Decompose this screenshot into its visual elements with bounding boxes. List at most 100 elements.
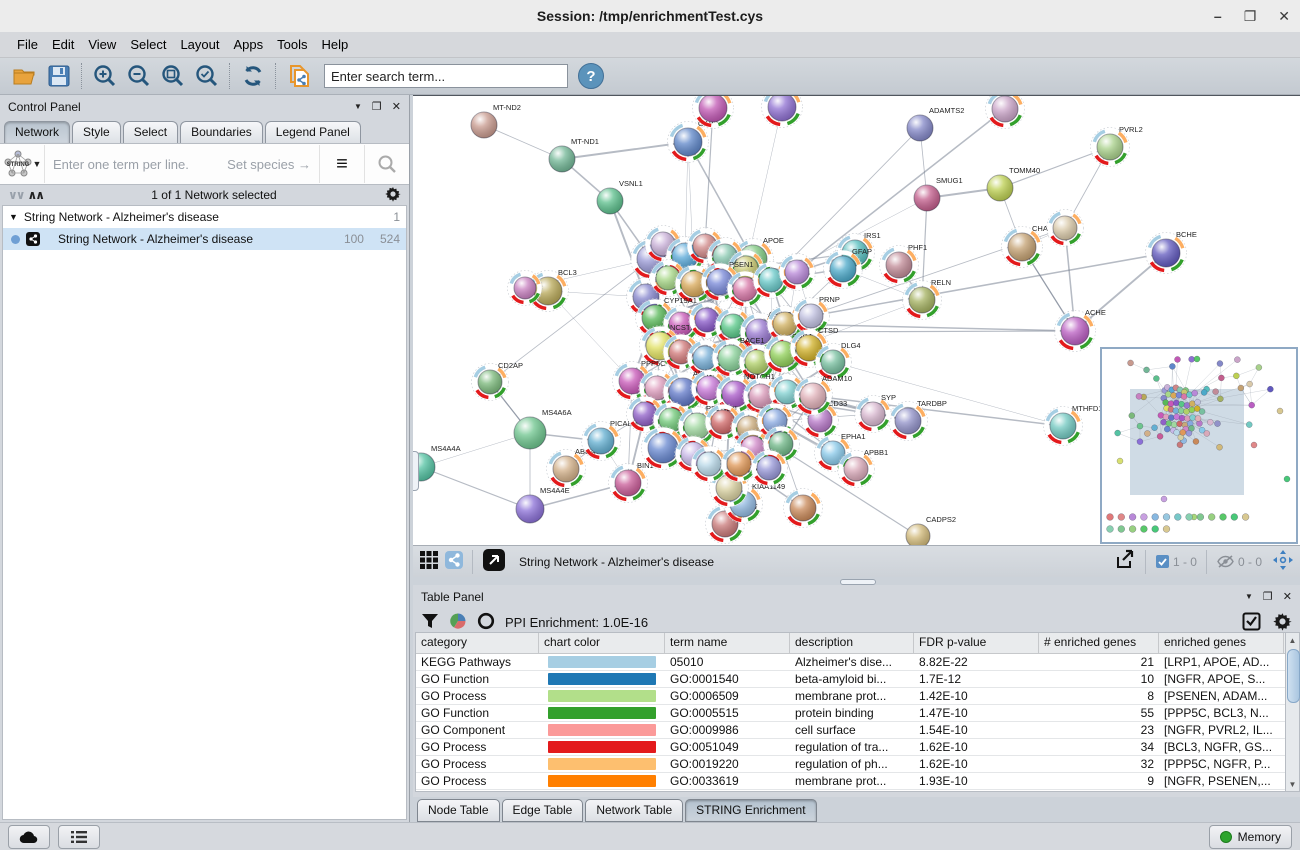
menu-layout[interactable]: Layout	[173, 34, 226, 55]
table-panel-float-icon[interactable]: ▼	[1245, 592, 1253, 601]
scroll-down-arrow[interactable]: ▼	[1286, 777, 1299, 791]
search-input[interactable]	[324, 64, 568, 88]
refresh-icon[interactable]	[236, 61, 270, 91]
table-row[interactable]: GO ProcessGO:0006509membrane prot...1.42…	[416, 688, 1297, 705]
table-panel-close-icon[interactable]: ✕	[1283, 590, 1292, 603]
horizontal-splitter[interactable]	[413, 577, 1300, 585]
grid-view-icon[interactable]	[419, 550, 439, 573]
table-row[interactable]: KEGG Pathways05010Alzheimer's dise...8.8…	[416, 654, 1297, 671]
cell: 21	[1039, 654, 1159, 670]
window-titlebar: Session: /tmp/enrichmentTest.cys – ❐ ✕	[0, 0, 1300, 33]
string-view-icon[interactable]	[445, 551, 463, 572]
scrollbar-thumb[interactable]	[1287, 649, 1300, 703]
menu-help[interactable]: Help	[315, 34, 356, 55]
cloud-tasks-button[interactable]	[8, 825, 50, 849]
expand-all-icon[interactable]: ∧∧	[28, 188, 44, 202]
table-row[interactable]: GO ProcessGO:0050435beta-amyloid m...2.0…	[416, 790, 1297, 792]
cell: GO Process	[416, 739, 539, 755]
tab-boundaries[interactable]: Boundaries	[180, 121, 263, 143]
menu-tools[interactable]: Tools	[270, 34, 314, 55]
network-list-gear-icon[interactable]	[385, 186, 401, 205]
cell: GO:0009986	[665, 722, 790, 738]
zoom-selected-icon[interactable]	[190, 61, 224, 91]
help-icon[interactable]: ?	[578, 63, 604, 89]
control-panel-tabs: NetworkStyleSelectBoundariesLegend Panel	[0, 118, 409, 143]
ring-chart-icon[interactable]	[477, 612, 495, 633]
table-row[interactable]: GO ProcessGO:0019220regulation of ph...1…	[416, 756, 1297, 773]
birds-eye-view[interactable]	[1100, 347, 1298, 544]
maximize-button[interactable]: ❐	[1244, 8, 1257, 25]
filter-icon[interactable]	[421, 612, 439, 633]
collapse-all-icon[interactable]: ∨∨	[8, 188, 24, 202]
zoom-in-icon[interactable]	[88, 61, 122, 91]
network-canvas[interactable]: MT-ND2MT-ND1VSNL1GAB2ADAMTS2PVRL2TOMM40S…	[413, 95, 1300, 545]
tab-network[interactable]: Network	[4, 121, 70, 143]
table-row[interactable]: GO ProcessGO:0051049regulation of tra...…	[416, 739, 1297, 756]
table-row[interactable]: GO ProcessGO:0033619membrane prot...1.93…	[416, 773, 1297, 790]
task-history-button[interactable]	[58, 825, 100, 849]
close-button[interactable]: ✕	[1278, 8, 1290, 25]
node-label: CADPS2	[926, 515, 956, 524]
minimize-button[interactable]: –	[1214, 8, 1222, 24]
panel-float-icon[interactable]: ▼	[354, 102, 362, 111]
table-panel-maximize-icon[interactable]: ❐	[1263, 590, 1273, 603]
export-network-icon[interactable]	[1114, 549, 1136, 574]
memory-status-dot	[1220, 831, 1232, 843]
tab-network-table[interactable]: Network Table	[585, 799, 683, 822]
table-row[interactable]: GO FunctionGO:0001540beta-amyloid bi...1…	[416, 671, 1297, 688]
tab-edge-table[interactable]: Edge Table	[502, 799, 584, 822]
column-header-3[interactable]: description	[790, 633, 914, 653]
set-species-hint[interactable]: Set species →	[227, 157, 311, 172]
network-node-count: 100	[334, 232, 364, 246]
tab-legend-panel[interactable]: Legend Panel	[265, 121, 361, 143]
table-row[interactable]: GO FunctionGO:0005515protein binding1.47…	[416, 705, 1297, 722]
string-search-icon[interactable]	[364, 145, 409, 183]
menu-file[interactable]: File	[10, 34, 45, 55]
table-row[interactable]: GO ComponentGO:0009986cell surface1.54E-…	[416, 722, 1297, 739]
menu-edit[interactable]: Edit	[45, 34, 81, 55]
scroll-up-arrow[interactable]: ▲	[1286, 633, 1299, 647]
column-header-4[interactable]: FDR p-value	[914, 633, 1039, 653]
main-toolbar: ?	[0, 58, 1300, 95]
string-options-icon[interactable]: ≡	[319, 145, 364, 183]
pie-chart-icon[interactable]	[449, 612, 467, 633]
save-session-button[interactable]	[42, 61, 76, 91]
cell: GO:0051049	[665, 739, 790, 755]
selected-nodes-icon	[1156, 555, 1169, 568]
network-collection-row[interactable]: ▼ String Network - Alzheimer's disease 1	[3, 206, 406, 228]
string-logo-dropdown[interactable]: STRING ▼	[0, 145, 45, 183]
menu-apps[interactable]: Apps	[227, 34, 271, 55]
zoom-fit-icon[interactable]	[156, 61, 190, 91]
cell: 1.62E-10	[914, 739, 1039, 755]
memory-button[interactable]: Memory	[1209, 825, 1292, 849]
column-header-5[interactable]: # enriched genes	[1039, 633, 1159, 653]
column-header-2[interactable]: term name	[665, 633, 790, 653]
column-header-1[interactable]: chart color	[539, 633, 665, 653]
clone-network-icon[interactable]	[282, 61, 316, 91]
string-query-placeholder[interactable]: Enter one term per line.	[53, 157, 189, 172]
panel-maximize-icon[interactable]: ❐	[372, 100, 382, 113]
table-vertical-scrollbar[interactable]: ▲ ▼	[1285, 632, 1300, 792]
network-row[interactable]: String Network - Alzheimer's disease 100…	[3, 228, 406, 250]
menu-select[interactable]: Select	[123, 34, 173, 55]
column-header-0[interactable]: category	[416, 633, 539, 653]
pan-compass-icon[interactable]	[1272, 549, 1294, 574]
panel-close-icon[interactable]: ✕	[392, 100, 401, 113]
column-header-6[interactable]: enriched genes	[1159, 633, 1284, 653]
open-session-button[interactable]	[8, 61, 42, 91]
menu-view[interactable]: View	[81, 34, 123, 55]
detach-view-icon[interactable]	[483, 549, 505, 574]
node-label: BCL3	[558, 268, 577, 277]
table-settings-gear-icon[interactable]	[1273, 612, 1292, 634]
splitter-handle[interactable]	[413, 451, 419, 491]
select-columns-icon[interactable]	[1242, 612, 1261, 634]
tab-string-enrichment[interactable]: STRING Enrichment	[685, 799, 816, 822]
enrichment-table[interactable]: categorychart colorterm namedescriptionF…	[415, 632, 1298, 792]
zoom-out-icon[interactable]	[122, 61, 156, 91]
tab-style[interactable]: Style	[72, 121, 121, 143]
tree-expand-icon[interactable]: ▼	[9, 212, 18, 222]
tab-node-table[interactable]: Node Table	[417, 799, 500, 822]
node-label: ACHE	[1085, 308, 1106, 317]
cell: GO:0033619	[665, 773, 790, 789]
tab-select[interactable]: Select	[123, 121, 178, 143]
